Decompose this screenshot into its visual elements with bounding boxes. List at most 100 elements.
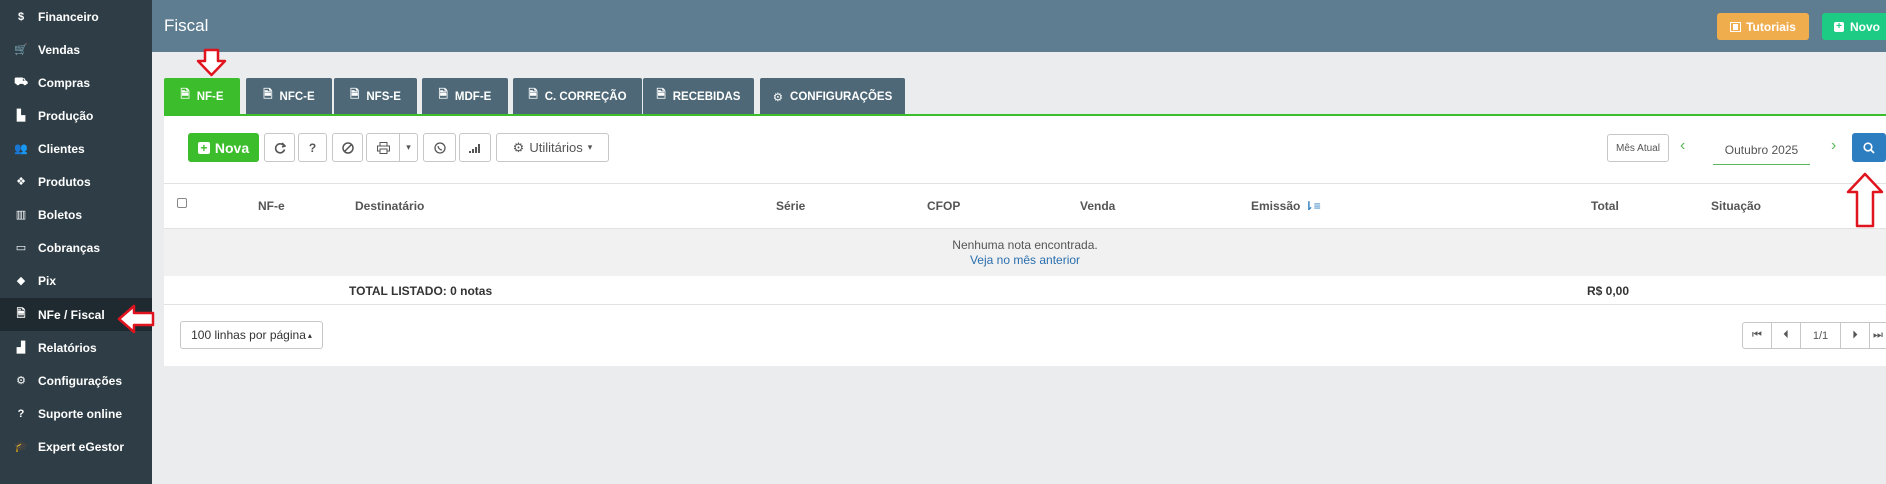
per-page-dropdown[interactable]: 100 linhas por página ▴ [180,321,323,349]
prev-page-button[interactable]: ⏴ [1771,322,1801,349]
tab-recebidas[interactable]: 🗎 RECEBIDAS [643,78,754,115]
whatsapp-icon [433,141,446,154]
month-field[interactable]: Outubro 2025 [1713,135,1810,165]
sidebar-item-clientes[interactable]: 👥 Clientes [0,132,152,165]
tutoriais-button[interactable]: Tutoriais [1717,13,1809,40]
file-icon: 🗎 [656,89,666,101]
sidebar-item-label: Configurações [38,373,123,388]
tab-label: CONFIGURAÇÕES [790,90,893,103]
tab-label: MDF-E [454,90,492,103]
column-header-nfe[interactable]: NF-e [258,199,285,213]
utilitarios-label: Utilitários [529,140,583,155]
annotation-arrow-left-icon [117,304,155,334]
sidebar-item-relatorios[interactable]: ▟ Relatórios [0,331,152,364]
file-icon: 🗎 [180,89,190,101]
search-button[interactable] [1852,133,1886,162]
next-page-icon: ⏵ [1852,329,1858,341]
empty-row: Nenhuma nota encontrada. Veja no mês ant… [164,228,1886,276]
mes-atual-button[interactable]: Mês Atual [1607,134,1669,162]
sidebar-item-label: Clientes [38,141,85,156]
tab-label: NFS-E [366,90,401,103]
sidebar-item-produtos[interactable]: ❖ Produtos [0,165,152,198]
novo-button[interactable]: + Novo [1822,13,1886,40]
column-header-situacao[interactable]: Situação [1711,199,1761,213]
print-dropdown-button[interactable]: ▾ [399,133,418,162]
sidebar-item-configuracoes[interactable]: ⚙ Configurações [0,364,152,397]
cart-icon: 🛒 [14,44,28,56]
sidebar-item-suporte[interactable]: ? Suporte online [0,397,152,430]
previous-month-link-label: Veja no mês anterior [969,253,1081,267]
sidebar-item-label: Expert eGestor [38,439,125,454]
caret-up-icon: ▴ [307,330,312,340]
column-header-venda[interactable]: Venda [1080,199,1115,213]
tab-nfce[interactable]: 🗎 NFC-E [246,78,332,115]
ban-icon [341,141,354,154]
factory-icon: ▙ [16,110,26,122]
print-button[interactable] [366,133,400,162]
question-icon: ? [308,140,317,155]
tab-nfe[interactable]: 🗎 NF-E [164,78,240,115]
last-page-button[interactable]: ⏭ [1869,322,1886,349]
sidebar-item-label: Relatórios [38,340,97,355]
sidebar-item-compras[interactable]: ⛟ Compras [0,66,152,99]
signal-button[interactable] [459,133,491,162]
sidebar-item-expert[interactable]: 🎓 Expert eGestor [0,430,152,463]
cogs-icon: ⚙ [512,139,525,155]
refresh-icon [274,141,286,154]
tab-mdfe[interactable]: 🗎 MDF-E [422,78,508,115]
next-page-button[interactable]: ⏵ [1840,322,1870,349]
tab-configuracoes[interactable]: ⚙ CONFIGURAÇÕES [760,78,905,115]
sidebar-item-pix[interactable]: ◆ Pix [0,264,152,297]
tutoriais-label: Tutoriais [1746,19,1796,34]
nova-button[interactable]: + Nova [188,133,259,162]
sidebar-item-cobrancas[interactable]: ▭ Cobranças [0,231,152,264]
row-divider [164,304,1886,305]
gear-icon: ⚙ [16,375,26,387]
help-button[interactable]: ? [298,133,327,162]
cancel-button[interactable] [332,133,363,162]
sidebar-item-label: Produtos [38,174,91,189]
cogs-icon: ⚙ [772,91,784,104]
next-month-chevron-icon[interactable]: › [1831,137,1836,155]
previous-month-link[interactable]: Veja no mês anterior [164,253,1886,267]
printer-icon [376,141,390,154]
sidebar-item-label: NFe / Fiscal [38,307,105,322]
dollar-icon: $ [17,10,25,23]
column-header-destinatario[interactable]: Destinatário [355,199,424,213]
sidebar-item-vendas[interactable]: 🛒 Vendas [0,33,152,66]
table-top-border [164,183,1886,184]
film-icon [1730,21,1742,32]
sort-icon: ⇂≡ [1303,199,1321,213]
page-title: Fiscal [164,16,209,35]
sidebar-item-label: Boletos [38,207,83,222]
prev-month-chevron-icon[interactable]: ‹ [1680,137,1685,155]
caret-down-icon: ▾ [587,142,593,152]
total-listed-label: TOTAL LISTADO: 0 notas [349,284,493,298]
file-icon: 🗎 [528,89,538,101]
tab-label: C. CORREÇÃO [544,90,627,103]
file-icon: 🗎 [263,89,273,101]
search-icon [1863,141,1875,154]
utilitarios-dropdown[interactable]: ⚙ Utilitários ▾ [496,133,609,162]
first-page-button[interactable]: ⏮ [1742,322,1772,349]
column-header-total[interactable]: Total [1591,199,1619,213]
sidebar-item-financeiro[interactable]: $ Financeiro [0,0,152,33]
whatsapp-button[interactable] [423,133,456,162]
annotation-arrow-up-icon [1846,172,1884,228]
tab-carta-correcao[interactable]: 🗎 C. CORREÇÃO [513,78,642,115]
sidebar-item-boletos[interactable]: ▥ Boletos [0,198,152,231]
question-icon: ? [17,407,25,420]
sidebar-item-producao[interactable]: ▙ Produção [0,99,152,132]
column-header-cfop[interactable]: CFOP [927,199,960,213]
sidebar-item-label: Produção [38,108,94,123]
column-header-serie[interactable]: Série [776,199,805,213]
plus-icon: + [1834,21,1844,32]
column-header-emissao[interactable]: Emissão ⇂≡ [1251,199,1321,213]
barcode-icon: ▥ [15,209,27,221]
refresh-button[interactable] [264,133,295,162]
tab-label: NF-E [196,90,224,103]
select-all-checkbox[interactable] [177,198,187,208]
total-value: R$ 0,00 [1587,284,1630,298]
tab-nfse[interactable]: 🗎 NFS-E [334,78,417,115]
signal-icon [468,144,480,153]
